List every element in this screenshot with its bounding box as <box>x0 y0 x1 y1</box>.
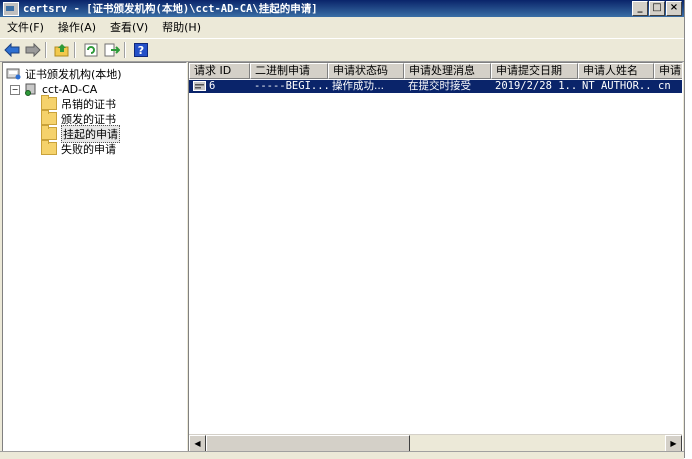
back-arrow-icon <box>4 43 20 57</box>
forward-button[interactable] <box>24 41 42 59</box>
column-header-requester[interactable]: 申请人姓名 <box>578 63 654 79</box>
column-header-message[interactable]: 申请处理消息 <box>404 63 491 79</box>
refresh-icon <box>84 43 98 57</box>
menu-action[interactable]: 操作(A) <box>51 18 103 37</box>
folder-icon <box>41 95 57 110</box>
tree-item-revoked[interactable]: 吊销的证书 <box>41 95 116 111</box>
close-button[interactable]: × <box>666 1 682 16</box>
tree-item-failed[interactable]: 失败的申请 <box>41 140 116 156</box>
menu-view[interactable]: 查看(V) <box>103 18 155 37</box>
table-row[interactable]: 6 -----BEGI... 操作成功... 在提交时接受 2019/2/28 … <box>189 80 682 93</box>
menu-file[interactable]: 文件(F) <box>0 18 51 37</box>
scroll-right-arrow-icon[interactable]: ▶ <box>665 435 682 451</box>
column-header-date[interactable]: 申请提交日期 <box>491 63 578 79</box>
help-button[interactable]: ? <box>132 41 150 59</box>
cell-binary: -----BEGI... <box>254 80 328 92</box>
list-header: 请求 ID 二进制申请 申请状态码 申请处理消息 申请提交日期 申请人姓名 申请 <box>189 63 682 79</box>
refresh-button[interactable] <box>82 41 100 59</box>
toolbar-separator <box>74 42 76 58</box>
cell-status: 操作成功... <box>332 80 385 92</box>
cell-date: 2019/2/28 1... <box>495 80 578 92</box>
tree-item-ca-label: cct-AD-CA <box>42 83 98 96</box>
cell-request-id: 6 <box>189 80 250 93</box>
cell-requester: NT AUTHOR... <box>582 80 654 92</box>
window-controls: _ □ × <box>632 1 682 16</box>
column-header-request-id[interactable]: 请求 ID <box>189 63 250 79</box>
console-tree-pane[interactable]: 证书颁发机构(本地) − cct-AD-CA 吊销的证书 颁发的证书 挂起的申请… <box>2 62 187 452</box>
menu-help[interactable]: 帮助(H) <box>155 18 208 37</box>
menu-bar: 文件(F) 操作(A) 查看(V) 帮助(H) <box>0 18 684 37</box>
scrollbar-thumb[interactable] <box>206 435 410 451</box>
title-bar[interactable]: certsrv - [证书颁发机构(本地)\cct-AD-CA\挂起的申请] _… <box>0 0 684 17</box>
tree-item-label: 吊销的证书 <box>61 97 116 111</box>
toolbar-separator <box>124 42 126 58</box>
collapse-toggle[interactable]: − <box>10 84 20 95</box>
background-strip <box>685 0 692 458</box>
scroll-left-arrow-icon[interactable]: ◀ <box>189 435 206 451</box>
tree-root-label: 证书颁发机构(本地) <box>25 67 122 81</box>
folder-icon <box>41 140 57 155</box>
window-title: certsrv - [证书颁发机构(本地)\cct-AD-CA\挂起的申请] <box>23 3 318 15</box>
export-list-button[interactable] <box>103 41 121 59</box>
toolbar-separator <box>45 42 47 58</box>
certificate-authority-icon <box>6 68 21 80</box>
tree-root[interactable]: 证书颁发机构(本地) <box>6 66 122 81</box>
column-header-status[interactable]: 申请状态码 <box>328 63 404 79</box>
help-icon: ? <box>134 43 148 57</box>
column-header-binary[interactable]: 二进制申请 <box>250 63 328 79</box>
app-icon <box>3 1 19 16</box>
folder-icon <box>41 110 57 125</box>
cell-extra: cn <box>658 80 671 92</box>
folder-open-icon <box>41 125 57 140</box>
svg-text:?: ? <box>138 44 144 57</box>
up-level-button[interactable] <box>53 41 71 59</box>
tree-item-pending[interactable]: 挂起的申请 <box>41 124 120 143</box>
mmc-window: certsrv - [证书颁发机构(本地)\cct-AD-CA\挂起的申请] _… <box>0 0 685 459</box>
back-button[interactable] <box>3 41 21 59</box>
results-list-pane[interactable]: 请求 ID 二进制申请 申请状态码 申请处理消息 申请提交日期 申请人姓名 申请… <box>188 62 683 452</box>
up-folder-icon <box>54 44 69 57</box>
toolbar: ? <box>0 38 684 62</box>
forward-arrow-icon <box>25 43 41 57</box>
maximize-button[interactable]: □ <box>649 1 665 16</box>
cell-message: 在提交时接受 <box>408 80 471 92</box>
horizontal-scrollbar[interactable]: ◀ ▶ <box>189 434 682 451</box>
ca-server-icon <box>25 83 36 96</box>
tree-item-label: 失败的申请 <box>61 142 116 156</box>
request-id-value: 6 <box>209 80 216 92</box>
minimize-button[interactable]: _ <box>632 1 648 16</box>
pending-request-icon <box>193 81 206 91</box>
export-list-icon <box>104 43 120 57</box>
column-header-extra[interactable]: 申请 <box>654 63 682 79</box>
